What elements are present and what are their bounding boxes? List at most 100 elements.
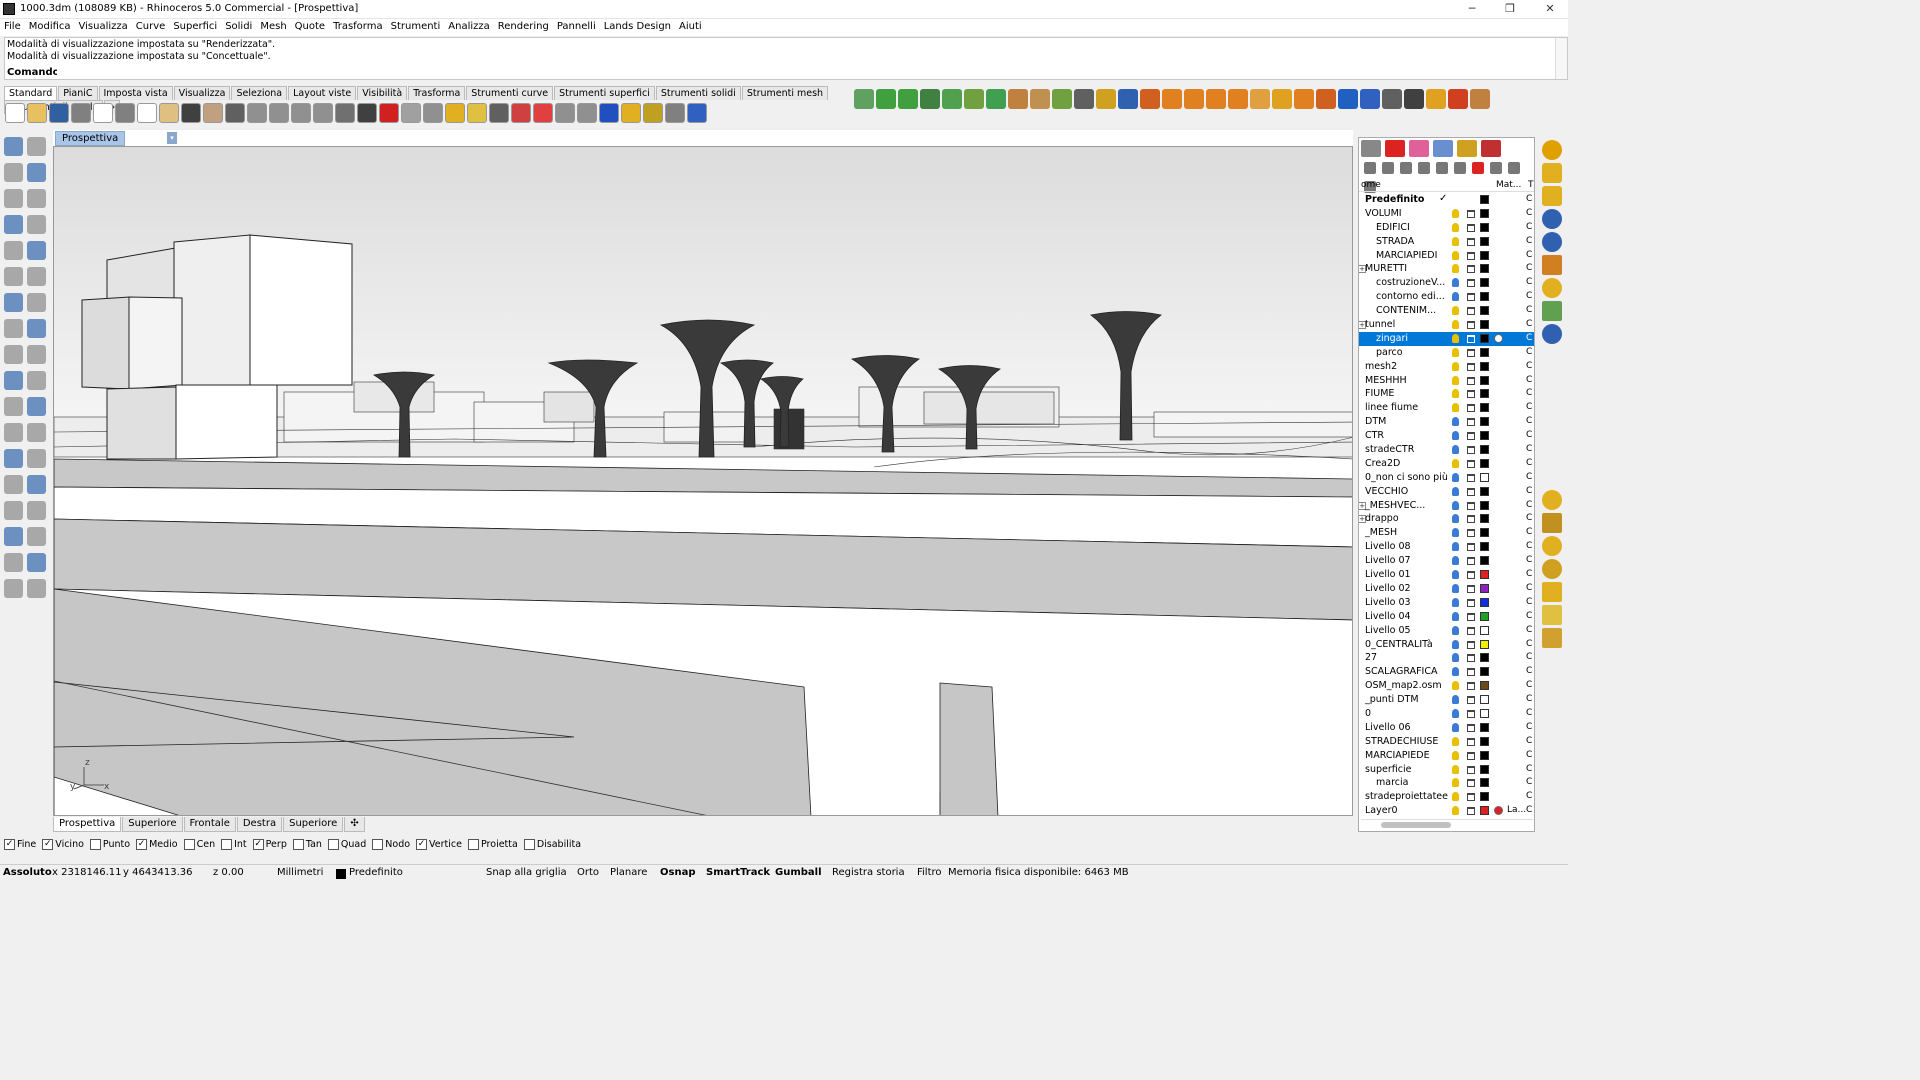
layer-color-swatch[interactable] <box>1480 361 1489 371</box>
pan-icon[interactable] <box>203 103 223 123</box>
col-name-header[interactable]: ome <box>1361 180 1381 190</box>
viewport-tab[interactable]: Frontale <box>183 817 236 832</box>
osnap-checkbox[interactable]: ✓ <box>136 839 148 850</box>
menu-item[interactable]: Aiuti <box>675 19 706 34</box>
layer-color-swatch[interactable] <box>1480 431 1489 441</box>
layer-name[interactable]: OSM_map2.osm <box>1365 680 1442 691</box>
gumball-toggle[interactable]: Gumball <box>775 867 822 878</box>
analyze-icon[interactable] <box>4 553 23 572</box>
sun-tab-icon[interactable] <box>1481 140 1501 157</box>
plane-icon[interactable] <box>401 103 421 123</box>
layer-color-swatch[interactable] <box>1480 222 1489 232</box>
lock-icon[interactable] <box>1467 321 1475 330</box>
visibility-bulb-icon[interactable] <box>1452 278 1459 288</box>
text-icon[interactable] <box>4 449 23 468</box>
osnap-checkbox[interactable]: ✓ <box>416 839 428 850</box>
lock-icon[interactable] <box>1467 390 1475 399</box>
lock-icon[interactable] <box>1467 723 1475 732</box>
sphere-icon[interactable] <box>27 293 46 312</box>
menu-item[interactable]: Rendering <box>494 19 553 34</box>
layer-name[interactable]: superficie <box>1365 764 1411 775</box>
lock-icon[interactable] <box>1467 557 1475 566</box>
lands-tool-icon[interactable] <box>876 89 896 109</box>
layer-color-swatch[interactable] <box>1480 472 1489 482</box>
curve-icon[interactable] <box>27 163 46 182</box>
move-icon[interactable] <box>4 423 23 442</box>
lands-tool-icon[interactable] <box>1228 89 1248 109</box>
layer-name[interactable]: Livello 03 <box>1365 597 1411 608</box>
layer-name[interactable]: STRADECHIUSE <box>1365 736 1438 747</box>
polyline-icon[interactable] <box>4 163 23 182</box>
render-sphere-icon[interactable] <box>599 103 619 123</box>
sphere-icon[interactable] <box>1542 536 1562 556</box>
dimension-icon[interactable] <box>27 449 46 468</box>
layer-color-swatch[interactable] <box>1480 806 1489 816</box>
layer-name[interactable]: tunnel <box>1365 319 1395 330</box>
circle-icon[interactable] <box>4 189 23 208</box>
layer-name[interactable]: 0_CENTRALITà <box>1365 639 1433 650</box>
visibility-bulb-icon[interactable] <box>1452 736 1459 746</box>
flag-icon[interactable] <box>1542 605 1562 625</box>
layer-name[interactable]: EDIFICI <box>1376 222 1410 233</box>
lands-tool-icon[interactable] <box>1074 89 1094 109</box>
visibility-bulb-icon[interactable] <box>1452 347 1459 357</box>
layer-row[interactable]: + drappo C <box>1359 512 1534 526</box>
osnap-toggle[interactable]: Osnap <box>660 867 695 878</box>
menu-item[interactable]: File <box>0 19 25 34</box>
layer-name[interactable]: CTR <box>1365 430 1384 441</box>
coordinate-mode[interactable]: Assoluto <box>3 867 52 878</box>
layer-row[interactable]: mesh2 C <box>1359 360 1534 374</box>
lock-icon[interactable] <box>1467 237 1475 246</box>
layer-row[interactable]: parco C <box>1359 346 1534 360</box>
paste-icon[interactable] <box>159 103 179 123</box>
layer-color-swatch[interactable] <box>1480 695 1489 705</box>
snap-icon[interactable] <box>445 103 465 123</box>
lock-icon[interactable] <box>1467 404 1475 413</box>
layer-name[interactable]: MURETTI <box>1365 263 1407 274</box>
lock-icon[interactable] <box>1467 696 1475 705</box>
layer-name[interactable]: Livello 07 <box>1365 555 1411 566</box>
viewport-tab[interactable]: Prospettiva <box>53 817 122 832</box>
layer-row[interactable]: 0C <box>1359 707 1534 721</box>
fillet-icon[interactable] <box>4 397 23 416</box>
ground-icon[interactable] <box>1542 559 1562 579</box>
undo-icon[interactable] <box>181 103 201 123</box>
command-scrollbar[interactable] <box>1555 38 1567 79</box>
menu-item[interactable]: Solidi <box>221 19 256 34</box>
help-icon[interactable] <box>687 103 707 123</box>
toolbar-tab[interactable]: Standard <box>4 86 58 100</box>
visibility-bulb-icon[interactable] <box>1452 570 1459 580</box>
layer-color-swatch[interactable] <box>1480 292 1489 302</box>
lands-tool-icon[interactable] <box>1316 89 1336 109</box>
polygon-icon[interactable] <box>4 215 23 234</box>
layer-row[interactable]: 0_CENTRALITà C <box>1359 638 1534 652</box>
osnap-checkbox[interactable] <box>292 839 304 850</box>
visibility-bulb-icon[interactable] <box>1452 445 1459 455</box>
layer-name[interactable]: _MESHVEC... <box>1365 500 1425 511</box>
filter-icon[interactable] <box>1472 162 1484 174</box>
viewport-tab[interactable]: Destra <box>236 817 283 832</box>
add-viewport-tab-button[interactable]: ✣ <box>344 817 365 832</box>
layer-name[interactable]: Livello 02 <box>1365 583 1411 594</box>
lands-tool-icon[interactable] <box>1184 89 1204 109</box>
rt-icon[interactable] <box>1542 232 1562 252</box>
layer-color-swatch[interactable] <box>1480 195 1489 204</box>
layer-color-swatch[interactable] <box>1480 445 1489 455</box>
toolbar-tab[interactable]: Strumenti curve <box>466 86 554 100</box>
visibility-bulb-icon[interactable] <box>1452 403 1459 413</box>
visibility-bulb-icon[interactable] <box>1452 597 1459 607</box>
osnap-option[interactable]: Int <box>221 839 247 850</box>
layer-name[interactable]: Livello 05 <box>1365 625 1411 636</box>
lands-tool-icon[interactable] <box>1008 89 1028 109</box>
layer-color-swatch[interactable] <box>1480 792 1489 802</box>
layer-name[interactable]: Livello 04 <box>1365 611 1411 622</box>
move-down-icon[interactable] <box>1436 162 1448 174</box>
col-t-header[interactable]: T <box>1528 180 1534 190</box>
layer-color-swatch[interactable] <box>1480 417 1489 427</box>
lock-icon[interactable] <box>1467 334 1475 343</box>
menu-item[interactable]: Trasforma <box>329 19 387 34</box>
layer-row[interactable]: Livello 04 C <box>1359 610 1534 624</box>
open-file-icon[interactable] <box>27 103 47 123</box>
visibility-bulb-icon[interactable] <box>1452 375 1459 385</box>
visibility-bulb-icon[interactable] <box>1452 486 1459 496</box>
